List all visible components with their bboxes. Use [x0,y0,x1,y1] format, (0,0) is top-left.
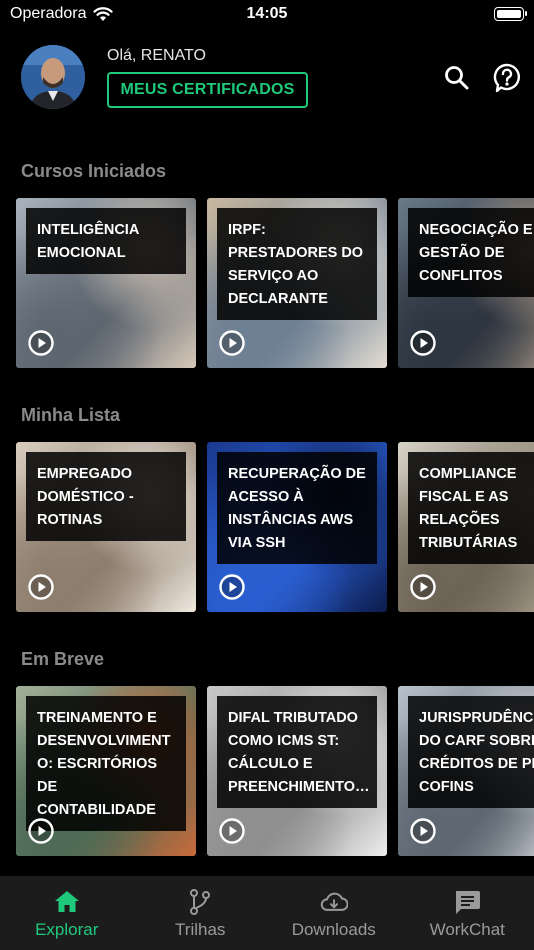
tab-label: Trilhas [175,920,226,939]
battery-icon [494,7,527,21]
course-title-line: ACESSO À [228,489,304,505]
course-title-line: CONFLITOS [419,268,503,284]
tab-label: WorkChat [429,920,505,939]
course-title-line: VIA SSH [228,535,286,551]
home-icon [53,888,81,916]
course-carousel[interactable]: TREINAMENTO E DESENVOLVIMENT O: ESCRITÓRIO… [16,686,534,856]
course-title: DIFAL TRIBUTADO COMO ICMS ST: CÁLCULO E PRE… [217,696,377,808]
course-card[interactable]: DIFAL TRIBUTADO COMO ICMS ST: CÁLCULO E PRE… [207,686,387,856]
tab-downloads[interactable]: Downloads [267,876,401,950]
course-title-line: COMPLIANCE [419,466,517,482]
section-title: Minha Lista [21,405,121,425]
course-card[interactable]: TREINAMENTO E DESENVOLVIMENT O: ESCRITÓRIO… [16,686,196,856]
avatar-photo [21,45,85,109]
tab-bar: Explorar Trilhas Downloads WorkChat [0,876,534,950]
course-title: COMPLIANCE FISCAL E AS RELAÇÕES TRIBUTÁRIAS [408,452,534,564]
course-title-line: NEGOCIAÇÃO E [419,222,533,238]
play-icon[interactable] [410,574,436,600]
course-title-line: FISCAL E AS [419,489,509,505]
course-title-line: RECUPERAÇÃO DE [228,466,366,482]
course-title: NEGOCIAÇÃO E GESTÃO DE CONFLITOS [408,208,534,297]
course-card[interactable]: COMPLIANCE FISCAL E AS RELAÇÕES TRIBUTÁRIAS [398,442,534,612]
play-icon[interactable] [28,330,54,356]
greeting: Olá, RENATO [107,47,206,64]
play-icon[interactable] [28,818,54,844]
course-title-line: PREENCHIMENTO… [228,779,370,795]
course-title-line: IRPF: [228,222,266,238]
branch-icon [186,888,214,916]
chat-icon [453,888,481,916]
course-title-line: GESTÃO DE [419,245,505,261]
course-title-line: RELAÇÕES [419,512,500,528]
course-title-line: SERVIÇO AO [228,268,319,284]
tab-workchat[interactable]: WorkChat [401,876,534,950]
course-card[interactable]: IRPF: PRESTADORES DO SERVIÇO AO DECLARANTE [207,198,387,368]
course-title-line: DESENVOLVIMENT [37,733,171,749]
my-certificates-button[interactable]: MEUS CERTIFICADOS [107,72,308,108]
course-title-line: INTELIGÊNCIA [37,222,140,238]
course-title-line: DOMÉSTICO - [37,489,134,505]
section-title: Cursos Iniciados [21,161,167,181]
battery-level [497,10,521,18]
course-carousel[interactable]: INTELIGÊNCIA EMOCIONAL IRPF: PRESTADORES DO… [16,198,534,368]
course-title-line: JURISPRUDÊNCIA [419,710,534,726]
course-title-line: CONTABILIDADE [37,802,156,818]
course-title-line: ROTINAS [37,512,103,528]
course-title-line: EMOCIONAL [37,245,126,261]
course-title-line: TREINAMENTO E [37,710,157,726]
course-title-line: COMO ICMS ST: [228,733,340,749]
play-icon[interactable] [219,330,245,356]
course-title-line: EMPREGADO [37,466,133,482]
course-title-line: DECLARANTE [228,291,328,307]
course-title-line: PRESTADORES DO [228,245,364,261]
course-title: RECUPERAÇÃO DE ACESSO À INSTÂNCIAS AWS VIA … [217,452,377,564]
course-card[interactable]: NEGOCIAÇÃO E GESTÃO DE CONFLITOS [398,198,534,368]
search-icon[interactable] [442,63,472,93]
course-title: INTELIGÊNCIA EMOCIONAL [26,208,186,274]
play-icon[interactable] [410,330,436,356]
tab-label: Explorar [35,920,99,939]
course-title: TREINAMENTO E DESENVOLVIMENT O: ESCRITÓRIO… [26,696,186,831]
help-icon[interactable] [492,63,522,93]
course-title-line: INSTÂNCIAS AWS [228,512,354,528]
tab-label: Downloads [291,920,376,939]
play-icon[interactable] [219,818,245,844]
status-bar: Operadora 14:05 [0,0,534,30]
course-title: IRPF: PRESTADORES DO SERVIÇO AO DECLARANTE [217,208,377,320]
course-card[interactable]: EMPREGADO DOMÉSTICO - ROTINAS [16,442,196,612]
play-icon[interactable] [28,574,54,600]
course-card[interactable]: RECUPERAÇÃO DE ACESSO À INSTÂNCIAS AWS VIA … [207,442,387,612]
clock: 14:05 [246,5,288,22]
play-icon[interactable] [219,574,245,600]
avatar[interactable] [21,45,85,109]
course-title-line: O: ESCRITÓRIOS DE [37,756,158,795]
course-title-line: COFINS [419,779,474,795]
course-title-line: TRIBUTÁRIAS [419,535,518,551]
course-title: JURISPRUDÊNCIA DO CARF SOBRE CRÉDITOS DE P… [408,696,534,808]
course-title-line: DIFAL TRIBUTADO [228,710,358,726]
tab-explorar[interactable]: Explorar [0,876,134,950]
course-title: EMPREGADO DOMÉSTICO - ROTINAS [26,452,186,541]
section-title: Em Breve [21,649,105,669]
course-title-line: DO CARF SOBRE [419,733,534,749]
course-title-line: CRÉDITOS DE PIS [419,756,534,772]
cloud-download-icon [320,888,348,916]
course-carousel[interactable]: EMPREGADO DOMÉSTICO - ROTINAS RECUPERAÇÃO D… [16,442,534,612]
course-card[interactable]: JURISPRUDÊNCIA DO CARF SOBRE CRÉDITOS DE P… [398,686,534,856]
course-title-line: CÁLCULO E [228,756,313,772]
course-card[interactable]: INTELIGÊNCIA EMOCIONAL [16,198,196,368]
tab-trilhas[interactable]: Trilhas [134,876,268,950]
play-icon[interactable] [410,818,436,844]
